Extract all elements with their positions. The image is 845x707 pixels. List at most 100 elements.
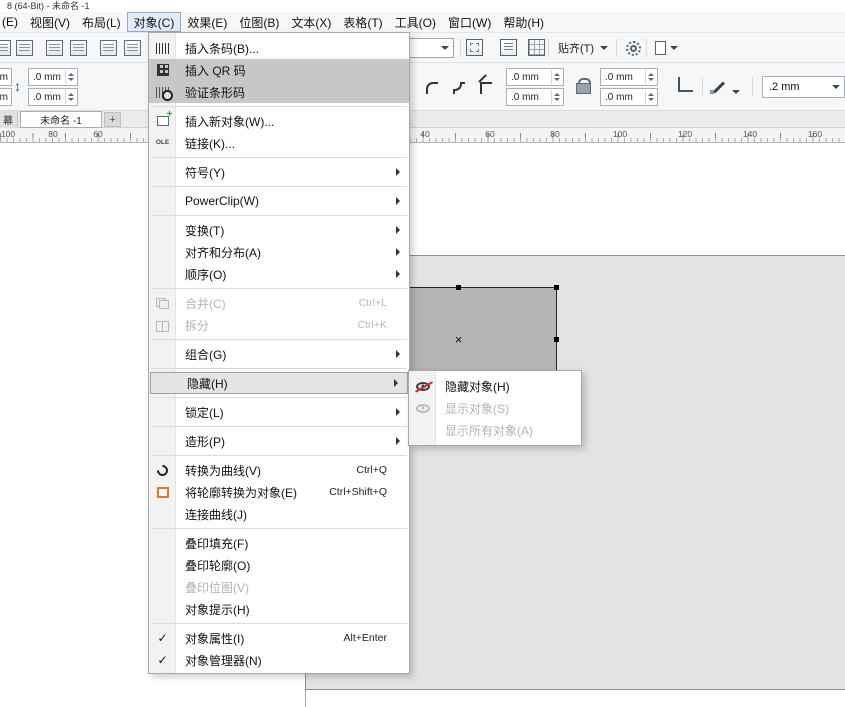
menu-item[interactable]: OLE链接(K)... <box>149 132 409 154</box>
copy-icon[interactable] <box>46 40 63 56</box>
menu-item[interactable]: ✓对象管理器(N) <box>149 649 409 671</box>
object-height-field[interactable]: .0 mm <box>28 88 78 106</box>
menu-separator <box>149 154 409 161</box>
menu-item[interactable]: 插入新对象(W)... <box>149 110 409 132</box>
menu-item[interactable]: 叠印轮廓(O) <box>149 554 409 576</box>
menubar-item[interactable]: 位图(B) <box>233 12 285 32</box>
menu-item[interactable]: 连接曲线(J) <box>149 503 409 525</box>
corner-radius-bottom-left-field[interactable]: .0 mm <box>506 88 564 106</box>
menu-item-label: 插入新对象(W)... <box>176 113 274 130</box>
round-corner-button[interactable] <box>420 77 443 99</box>
barcode-icon <box>156 43 170 54</box>
export-icon[interactable] <box>124 40 141 56</box>
options-dropdown[interactable] <box>652 38 684 58</box>
outline-width-combobox[interactable]: .2 mm <box>762 76 845 98</box>
menubar-item-object[interactable]: 对象(C) <box>127 12 182 32</box>
menu-item-label: 变换(T) <box>176 222 224 239</box>
stepper[interactable] <box>645 90 656 104</box>
stepper[interactable] <box>65 70 76 84</box>
menu-item[interactable]: ✓对象属性(I)Alt+Enter <box>149 627 409 649</box>
menu-item[interactable]: 将轮廓转换为对象(E)Ctrl+Shift+Q <box>149 481 409 503</box>
object-x-field-cropped[interactable]: m <box>0 68 12 86</box>
menu-item[interactable]: 隐藏(H) <box>150 372 408 394</box>
chevron-down-icon[interactable] <box>732 90 740 94</box>
object-size-icon: ↕ <box>14 77 21 95</box>
outline-pen-icon[interactable] <box>710 77 728 95</box>
menubar-item[interactable]: 布局(L) <box>76 12 127 32</box>
menubar-item[interactable]: 效果(E) <box>181 12 233 32</box>
import-icon[interactable] <box>100 40 117 56</box>
combine-icon <box>156 298 169 309</box>
menu-item[interactable]: 对齐和分布(A) <box>149 241 409 263</box>
stepper[interactable] <box>551 90 562 104</box>
add-page-button[interactable]: + <box>104 112 121 127</box>
menu-item[interactable]: 锁定(L) <box>149 401 409 423</box>
snap-to-dropdown[interactable]: 贴齐(T) <box>552 38 614 58</box>
menu-item[interactable]: 对象提示(H) <box>149 598 409 620</box>
corner-radius-top-right-field[interactable]: .0 mm <box>600 68 658 86</box>
menu-item[interactable]: 变换(T) <box>149 219 409 241</box>
menubar-item[interactable]: 表格(T) <box>337 12 388 32</box>
page-icon <box>655 41 666 55</box>
menu-item[interactable]: PowerClip(W) <box>149 190 409 212</box>
menu-item-icon-cell <box>149 116 176 126</box>
menu-item-icon-cell: OLE <box>149 140 176 147</box>
object-menu: 插入条码(B)...插入 QR 码验证条形码插入新对象(W)... OLE链接(K… <box>148 32 410 674</box>
menu-item[interactable]: 符号(Y) <box>149 161 409 183</box>
toolbar-icon-cropped[interactable] <box>0 40 11 56</box>
zoom-level-combobox[interactable] <box>408 38 454 58</box>
chamfered-corner-button[interactable] <box>474 77 497 99</box>
object-y-field-cropped[interactable]: m <box>0 88 12 106</box>
menubar-item[interactable]: 文本(X) <box>285 12 337 32</box>
selection-handle[interactable] <box>554 337 559 342</box>
menu-item[interactable]: 转换为曲线(V)Ctrl+Q <box>149 459 409 481</box>
selection-handle[interactable] <box>554 285 559 290</box>
menu-item[interactable]: 组合(G) <box>149 343 409 365</box>
selection-handle[interactable] <box>456 285 461 290</box>
fullscreen-preview-icon[interactable] <box>466 39 483 56</box>
tab-untitled-1[interactable]: 未命名 -1 <box>20 111 102 128</box>
menu-item-icon-cell <box>149 487 176 498</box>
ruler-number: 160 <box>808 129 822 139</box>
paste-icon[interactable] <box>70 40 87 56</box>
menu-item[interactable]: 顺序(O) <box>149 263 409 285</box>
menu-item[interactable]: 验证条形码 <box>149 81 409 103</box>
show-object-icon <box>416 404 430 413</box>
corner-radius-top-left-field[interactable]: .0 mm <box>506 68 564 86</box>
menubar-item[interactable]: 窗口(W) <box>442 12 497 32</box>
gear-icon[interactable] <box>626 41 641 56</box>
print-icon[interactable] <box>16 40 33 56</box>
stepper[interactable] <box>65 90 76 104</box>
stepper[interactable] <box>645 70 656 84</box>
lock-ratio-icon[interactable] <box>576 78 590 94</box>
object-width-field[interactable]: .0 mm <box>28 68 78 86</box>
menu-item-icon-cell <box>149 320 176 331</box>
menubar-item[interactable]: 工具(O) <box>389 12 442 32</box>
show-rulers-icon[interactable] <box>500 39 517 56</box>
submenu-arrow-icon <box>396 350 400 358</box>
menu-item[interactable]: 造形(P) <box>149 430 409 452</box>
object-center-mark[interactable]: × <box>452 333 465 346</box>
menubar-item[interactable]: 视图(V) <box>24 12 76 32</box>
round-corner-icon <box>426 82 438 94</box>
menu-item-shortcut: Ctrl+K <box>358 319 387 331</box>
menu-item-icon-cell <box>149 465 176 476</box>
menubar-item[interactable]: 帮助(H) <box>497 12 550 32</box>
ruler-number: 60 <box>93 129 102 139</box>
menu-item[interactable]: 插入 QR 码 <box>149 59 409 81</box>
stepper[interactable] <box>551 70 562 84</box>
relative-corner-scaling-icon[interactable] <box>678 77 693 92</box>
tab-cropped[interactable]: 幕 <box>0 111 18 128</box>
corner-radius-bottom-right-field[interactable]: .0 mm <box>600 88 658 106</box>
show-grid-icon[interactable] <box>528 39 545 56</box>
submenu-arrow-icon <box>396 408 400 416</box>
menu-item-label: 将轮廓转换为对象(E) <box>176 484 297 501</box>
menubar-item[interactable]: (E) <box>0 12 24 32</box>
menu-separator <box>149 336 409 343</box>
menu-item[interactable]: 插入条码(B)... <box>149 37 409 59</box>
horizontal-ruler[interactable]: 1008060406080100120140160 <box>0 128 845 143</box>
menu-item[interactable]: 叠印填充(F) <box>149 532 409 554</box>
property-bar: m m ↕ .0 mm .0 mm .0 mm .0 mm .0 mm .0 m… <box>0 63 845 111</box>
scalloped-corner-button[interactable] <box>447 77 470 99</box>
menu-item[interactable]: 隐藏对象(H) <box>409 375 581 397</box>
